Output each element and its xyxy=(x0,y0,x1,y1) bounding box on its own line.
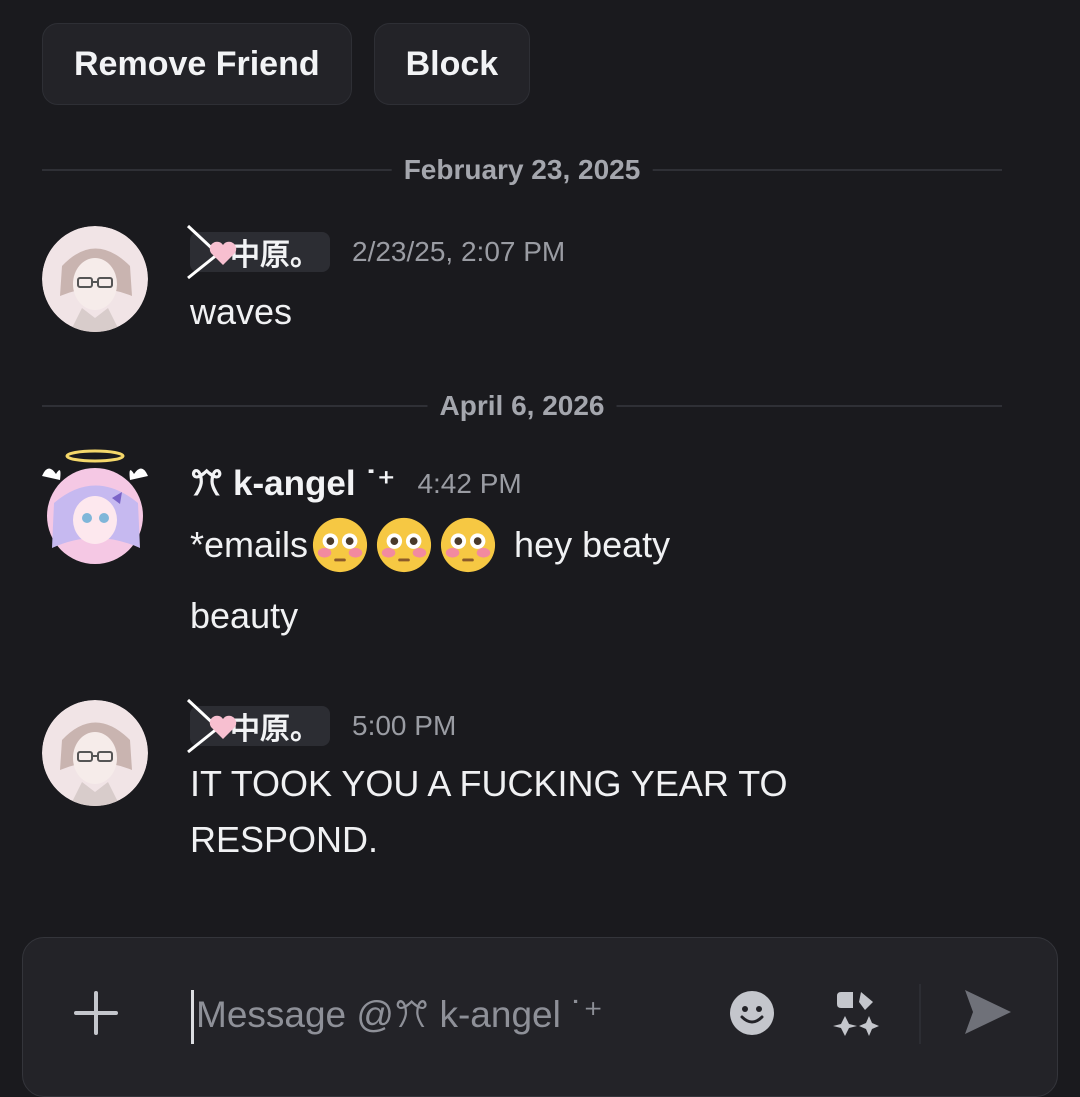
timestamp: 5:00 PM xyxy=(352,710,457,741)
timestamp: 2/23/25, 2:07 PM xyxy=(352,236,566,267)
author-label: 中原。 xyxy=(230,239,320,272)
timestamp: 4:42 PM xyxy=(417,468,522,499)
avatar[interactable] xyxy=(42,226,148,332)
block-button[interactable]: Block xyxy=(373,23,531,105)
date-divider-label: February 23, 2025 xyxy=(391,154,653,186)
date-divider: February 23, 2025 xyxy=(42,154,1002,186)
message-text: beauty xyxy=(190,595,299,636)
remove-friend-button[interactable]: Remove Friend xyxy=(42,23,352,105)
message-text: *emails hey beaty xyxy=(190,516,1010,574)
author-name[interactable]: ꔫ k-angel ˙⁺ xyxy=(190,464,395,504)
avatar[interactable] xyxy=(42,700,148,806)
message-text: RESPOND. xyxy=(190,818,379,860)
date-divider-label: April 6, 2026 xyxy=(427,390,617,422)
author-name[interactable]: 中原。 xyxy=(186,698,330,754)
send-icon[interactable] xyxy=(963,988,1013,1036)
avatar[interactable] xyxy=(42,449,148,564)
flushed-emoji-icon xyxy=(312,517,368,573)
emoji-icon[interactable] xyxy=(729,990,775,1036)
heart-icon xyxy=(209,715,237,739)
composer-separator xyxy=(919,984,921,1044)
flushed-emoji-icon xyxy=(440,517,496,573)
message-text-part: *emails xyxy=(190,524,309,566)
author-label: ꔫ k-angel ˙⁺ xyxy=(190,464,396,503)
message-text-part: hey beaty xyxy=(514,524,671,566)
flushed-emoji-icon xyxy=(376,517,432,573)
heart-icon xyxy=(209,241,237,265)
message-text: waves xyxy=(190,291,293,332)
author-label: 中原。 xyxy=(230,713,320,746)
author-name[interactable]: 中原。 xyxy=(186,224,330,280)
apps-icon[interactable] xyxy=(833,990,881,1038)
message-input[interactable]: Message @ꔫ k-angel ˙⁺ xyxy=(191,990,603,1044)
date-divider: April 6, 2026 xyxy=(42,390,1002,422)
message-text: IT TOOK YOU A FUCKING YEAR TO xyxy=(190,763,788,804)
profile-actions: Remove Friend Block xyxy=(42,23,531,105)
plus-icon[interactable] xyxy=(73,990,119,1036)
message-composer: Message @ꔫ k-angel ˙⁺ xyxy=(22,937,1058,1097)
